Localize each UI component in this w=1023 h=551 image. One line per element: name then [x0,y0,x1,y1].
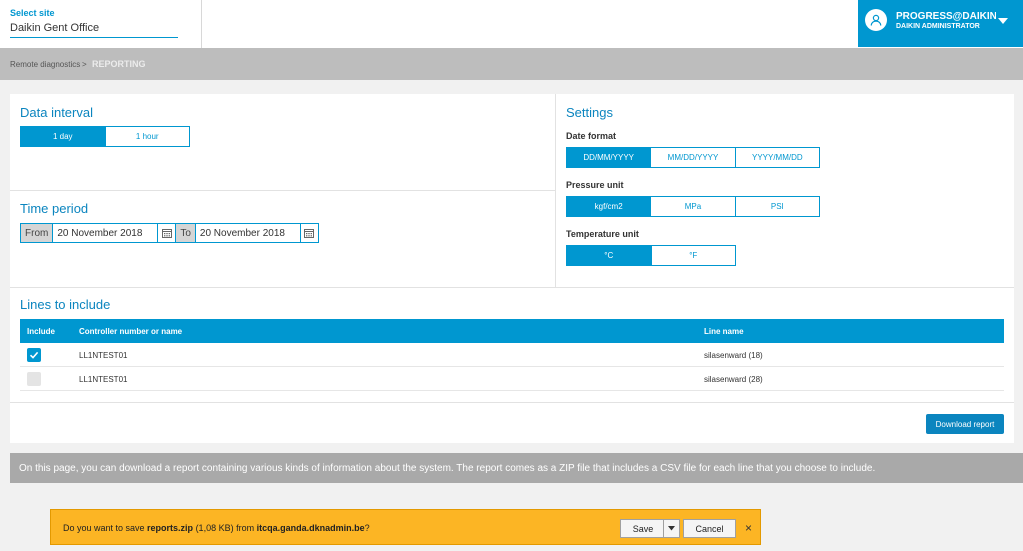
data-interval-toggle: 1 day 1 hour [20,126,190,147]
info-text: On this page, you can download a report … [19,462,876,474]
to-label: To [175,224,195,242]
download-file-size: (1,08 KB) from [193,523,257,533]
column-header-line-name: Line name [704,326,744,336]
pressure-psi-button[interactable]: PSI [735,197,819,216]
section-divider [10,287,1014,288]
pressure-kgf-button[interactable]: kgf/cm2 [567,197,652,216]
user-name: PROGRESS@DAIKIN... [896,11,996,22]
pressure-mpa-button[interactable]: MPa [651,197,736,216]
checkmark-icon [29,351,39,359]
user-role: DAIKIN ADMINISTRATOR [896,23,980,30]
calendar-icon[interactable] [299,224,318,242]
lines-to-include-title: Lines to include [20,297,111,312]
temperature-fahrenheit-button[interactable]: °F [651,246,735,265]
temperature-unit-toggle: °C °F [566,245,736,266]
controller-cell: LL1NTEST01 [79,374,128,384]
close-icon[interactable]: × [745,521,752,535]
from-date-input[interactable]: 20 November 2018 [52,224,158,242]
cancel-button[interactable]: Cancel [683,519,736,538]
include-checkbox[interactable] [27,348,41,362]
download-prompt-prefix: Do you want to save [63,523,148,533]
chevron-down-icon[interactable] [998,18,1008,24]
pressure-unit-toggle: kgf/cm2 MPa PSI [566,196,820,217]
column-header-controller: Controller number or name [79,326,183,336]
breadcrumb-current: REPORTING [92,59,146,69]
settings-title: Settings [566,105,613,120]
date-format-toggle: DD/MM/YYYY MM/DD/YYYY YYYY/MM/DD [566,147,820,168]
section-divider [10,402,1014,403]
download-report-button[interactable]: Download report [926,414,1004,434]
column-header-include: Include [27,326,56,336]
header-divider [201,0,202,48]
temperature-celsius-button[interactable]: °C [567,246,652,265]
line-name-cell: silasenward (18) [704,350,763,360]
interval-1-hour-button[interactable]: 1 hour [105,127,189,146]
site-selector[interactable]: Select site Daikin Gent Office [10,8,178,38]
include-checkbox[interactable] [27,372,41,386]
table-row: LL1NTEST01 silasenward (28) [20,367,1004,391]
save-button-label: Save [632,523,654,534]
download-prompt-suffix: ? [364,523,370,533]
pressure-unit-label: Pressure unit [566,180,624,190]
breadcrumb: Remote diagnostics > REPORTING [0,48,1023,80]
date-format-label: Date format [566,131,617,141]
chevron-down-icon [667,526,675,531]
reporting-panel: Data interval 1 day 1 hour Time period F… [10,94,1014,443]
info-bar: On this page, you can download a report … [10,453,1023,483]
from-label: From [21,224,53,242]
date-format-ddmmyyyy-button[interactable]: DD/MM/YYYY [567,148,652,167]
interval-1-day-button[interactable]: 1 day [21,127,106,146]
table-header: Include Controller number or name Line n… [20,319,1004,343]
lines-table: Include Controller number or name Line n… [20,319,1004,391]
top-header: Select site Daikin Gent Office PROGRESS@… [0,0,1023,48]
section-divider [10,190,555,191]
date-format-yyyymmdd-button[interactable]: YYYY/MM/DD [735,148,819,167]
temperature-unit-label: Temperature unit [566,229,639,239]
time-period-title: Time period [20,201,89,216]
line-name-cell: silasenward (28) [704,374,763,384]
site-selector-value[interactable]: Daikin Gent Office [10,22,178,34]
download-prompt-text: Do you want to save reports.zip (1,08 KB… [63,523,370,533]
user-icon [865,9,887,31]
calendar-icon[interactable] [157,224,176,242]
date-range-picker: From 20 November 2018 To 20 November 201… [20,223,319,243]
download-host: itcqa.ganda.dknadmin.be [256,523,365,533]
date-format-mmddyyyy-button[interactable]: MM/DD/YYYY [651,148,736,167]
controller-cell: LL1NTEST01 [79,350,128,360]
column-divider [555,94,556,287]
breadcrumb-remote-diagnostics[interactable]: Remote diagnostics [10,60,80,69]
table-row: LL1NTEST01 silasenward (18) [20,343,1004,367]
user-menu[interactable]: PROGRESS@DAIKIN... DAIKIN ADMINISTRATOR [858,0,1023,47]
data-interval-title: Data interval [20,105,93,120]
save-options-dropdown[interactable] [663,519,678,538]
breadcrumb-separator: > [82,60,87,69]
download-file-name: reports.zip [147,523,194,533]
to-date-input[interactable]: 20 November 2018 [194,224,300,242]
site-selector-label: Select site [10,8,55,18]
download-notification-bar: Do you want to save reports.zip (1,08 KB… [50,509,761,545]
